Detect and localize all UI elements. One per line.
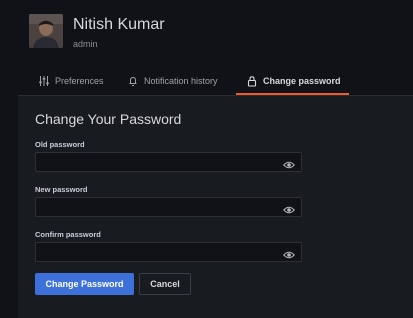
- cancel-button[interactable]: Cancel: [139, 273, 191, 295]
- bell-icon: [127, 75, 139, 87]
- new-password-field[interactable]: [35, 197, 302, 217]
- tab-preferences-label: Preferences: [55, 76, 104, 86]
- show-password-icon[interactable]: [283, 157, 295, 169]
- user-avatar: [29, 14, 63, 48]
- sliders-icon: [38, 75, 50, 87]
- tab-change-password-label: Change password: [263, 76, 341, 86]
- tab-preferences[interactable]: Preferences: [38, 76, 104, 94]
- change-password-panel: Change Your Password Old password New pa…: [18, 96, 413, 318]
- confirm-password-field[interactable]: [35, 242, 302, 262]
- new-password-input[interactable]: [42, 200, 272, 214]
- tab-change-password[interactable]: Change password: [246, 76, 341, 94]
- panel-title: Change Your Password: [35, 111, 182, 127]
- old-password-label: Old password: [35, 140, 85, 149]
- confirm-password-input[interactable]: [42, 245, 272, 259]
- show-password-icon[interactable]: [283, 202, 295, 214]
- tab-notification-history-label: Notification history: [144, 76, 218, 86]
- user-name: Nitish Kumar: [73, 16, 165, 33]
- old-password-field[interactable]: [35, 152, 302, 172]
- old-password-input[interactable]: [42, 155, 272, 169]
- confirm-password-label: Confirm password: [35, 230, 101, 239]
- user-role: admin: [73, 39, 98, 49]
- tab-notification-history[interactable]: Notification history: [127, 76, 218, 94]
- show-password-icon[interactable]: [283, 247, 295, 259]
- profile-tabs: Preferences Notification history Change …: [0, 70, 413, 96]
- change-password-button[interactable]: Change Password: [35, 273, 134, 295]
- new-password-label: New password: [35, 185, 88, 194]
- lock-icon: [246, 75, 258, 87]
